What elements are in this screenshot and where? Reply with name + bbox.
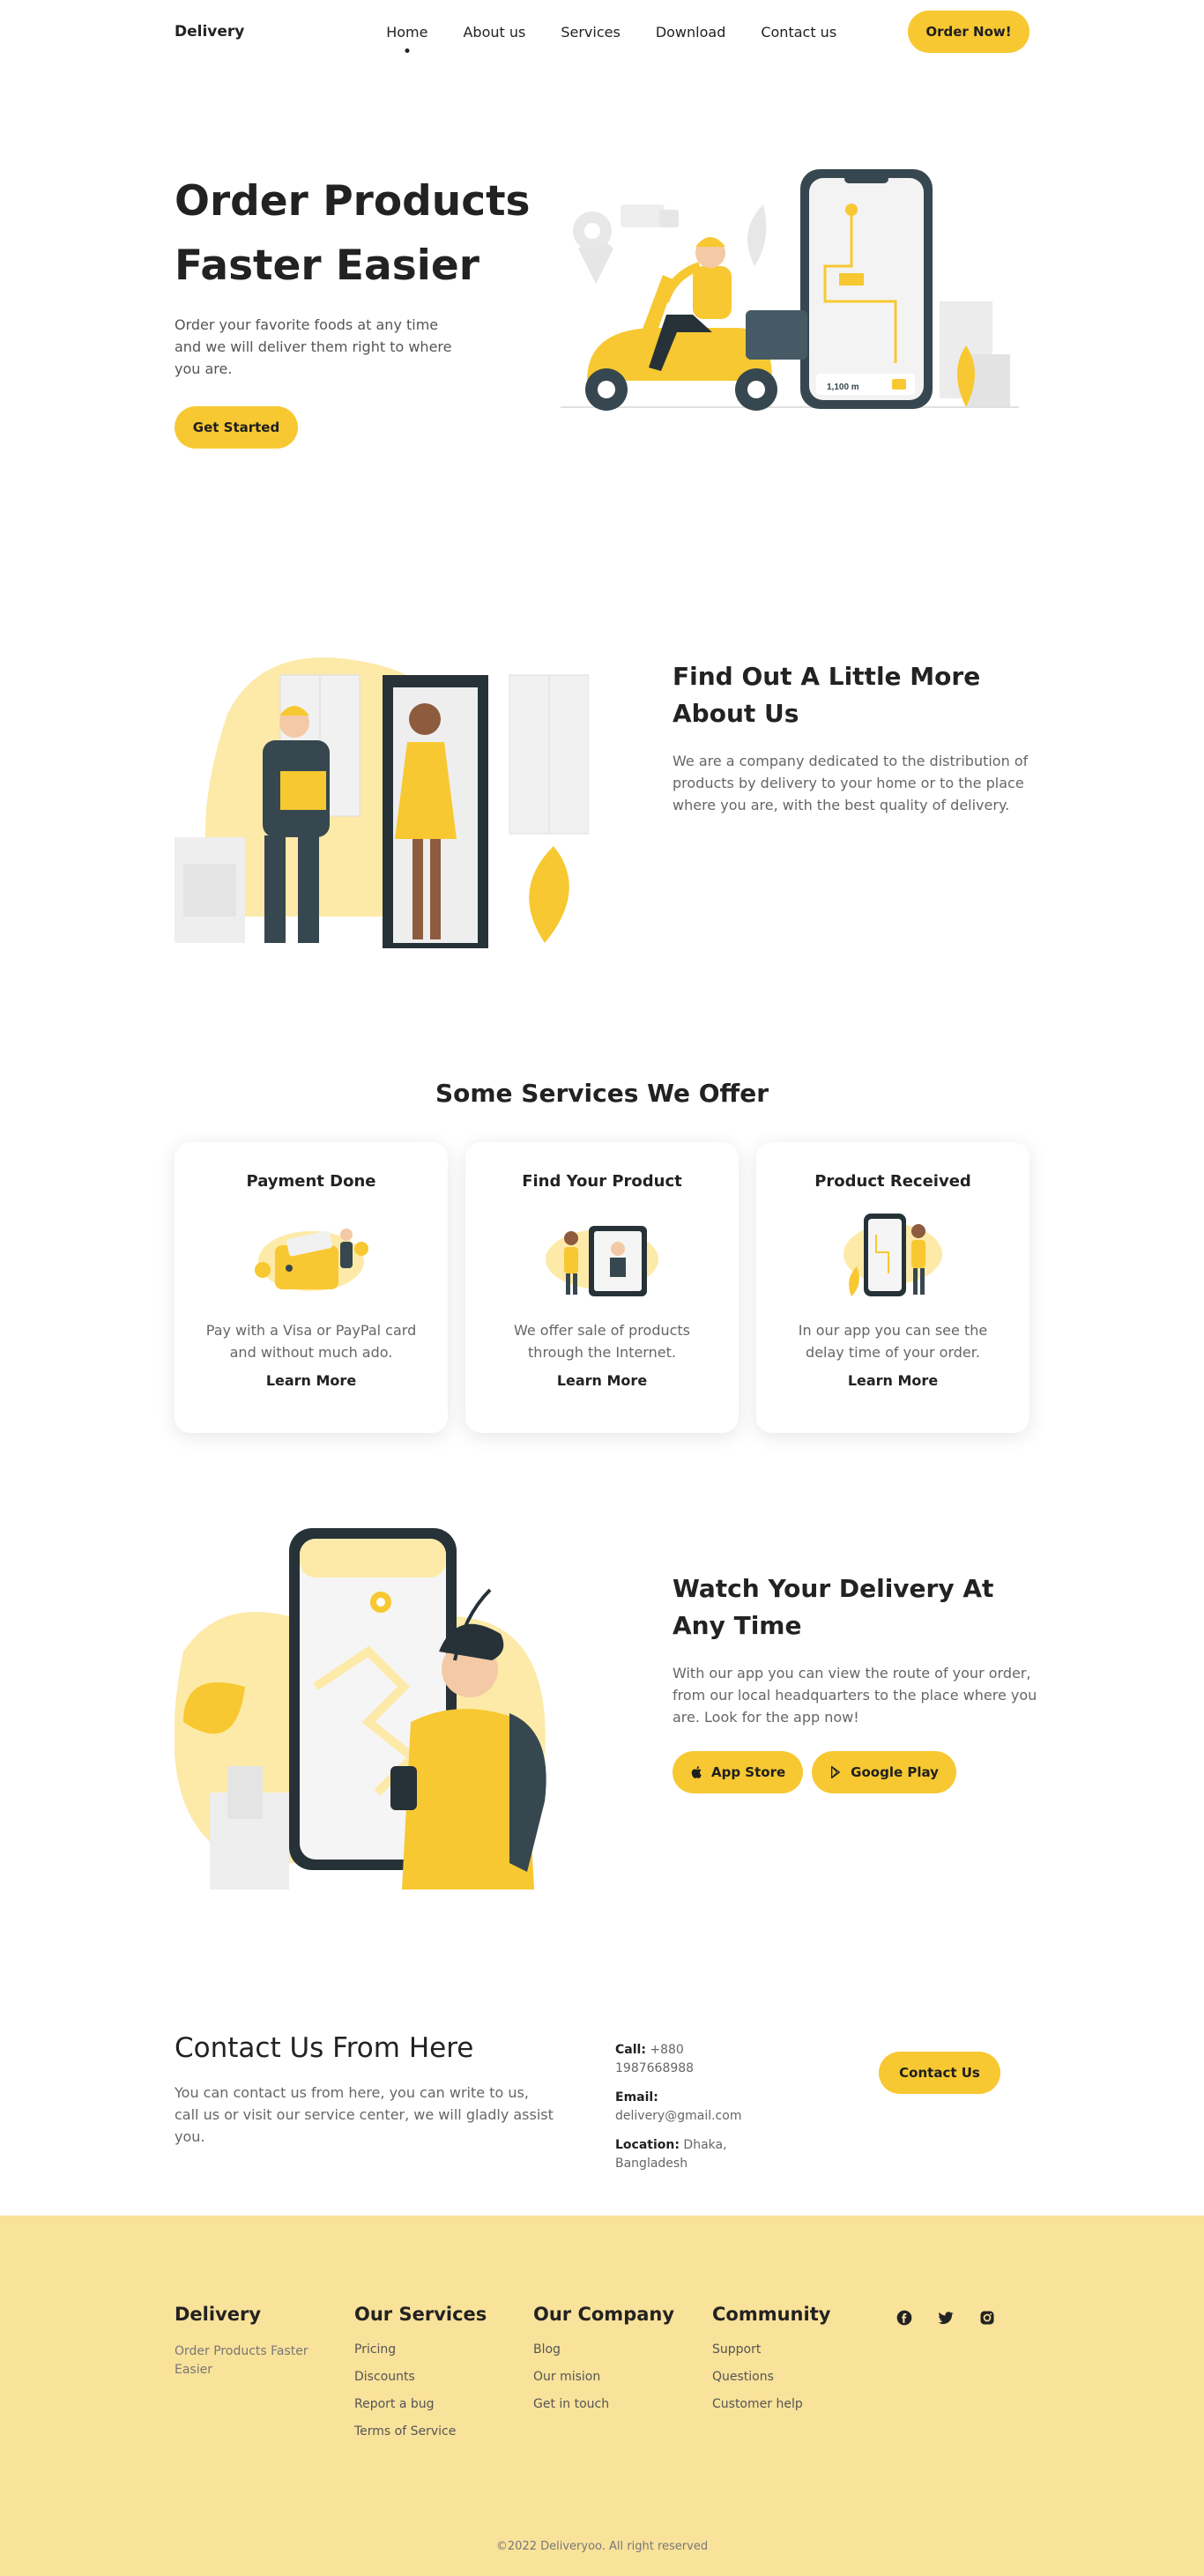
footer-link-blog[interactable]: Blog	[533, 2342, 692, 2357]
contact-us-button[interactable]: Contact Us	[879, 2052, 1000, 2094]
contact-description: You can contact us from here, you can wr…	[175, 2084, 554, 2145]
tracking-illustration	[844, 1214, 942, 1296]
about-section: Find Out A Little More About Us We are a…	[0, 504, 1204, 982]
services-section: Some Services We Offer Payment Done Pay …	[0, 982, 1204, 1433]
contact-email: Email: delivery@gmail.com	[615, 2089, 765, 2126]
logo[interactable]: Delivery	[175, 23, 244, 41]
email-value[interactable]: delivery@gmail.com	[615, 2109, 741, 2123]
hero-title-line1: Order Products	[175, 177, 531, 226]
service-card-find-product: Find Your Product We offer sale of produ…	[465, 1142, 739, 1433]
learn-more-link[interactable]: Learn More	[848, 1372, 938, 1389]
card-title: Find Your Product	[522, 1172, 682, 1191]
learn-more-link[interactable]: Learn More	[266, 1372, 356, 1389]
footer-col-community: Community Support Questions Customer hel…	[712, 2304, 871, 2424]
instagram-icon[interactable]	[975, 2305, 999, 2329]
service-card-payment: Payment Done Pay with a Visa or PayPal c…	[175, 1142, 448, 1433]
site-header: Delivery Home About us Services Download…	[0, 0, 1204, 63]
site-footer: Delivery Order Products Faster Easier Ou…	[0, 2216, 1204, 2576]
hero-section: Order Products Faster Easier Order your …	[0, 63, 1204, 504]
payment-illustration	[255, 1229, 368, 1291]
footer-col-title: Our Company	[533, 2304, 675, 2325]
learn-more-link[interactable]: Learn More	[557, 1372, 647, 1389]
social-links	[892, 2305, 999, 2329]
contact-location: Location: Dhaka, Bangladesh	[615, 2136, 765, 2173]
main-nav: Home About us Services Download Contact …	[386, 24, 836, 41]
footer-link-mission[interactable]: Our mision	[533, 2370, 692, 2384]
footer-brand-title[interactable]: Delivery	[175, 2304, 333, 2325]
google-play-button[interactable]: Google Play	[812, 1751, 956, 1793]
order-now-button[interactable]: Order Now!	[908, 11, 1029, 53]
footer-link-pricing[interactable]: Pricing	[354, 2342, 513, 2357]
google-play-label: Google Play	[851, 1764, 939, 1780]
card-title: Product Received	[814, 1172, 971, 1191]
footer-link-report-bug[interactable]: Report a bug	[354, 2397, 513, 2411]
service-cards: Payment Done Pay with a Visa or PayPal c…	[175, 1142, 1029, 1433]
app-store-label: App Store	[711, 1764, 786, 1780]
footer-col-services: Our Services Pricing Discounts Report a …	[354, 2304, 513, 2452]
footer-link-get-in-touch[interactable]: Get in touch	[533, 2397, 692, 2411]
nav-about[interactable]: About us	[463, 24, 525, 41]
nav-home[interactable]: Home	[386, 24, 427, 41]
footer-brand: Delivery Order Products Faster Easier	[175, 2304, 333, 2379]
services-title: Some Services We Offer	[435, 1079, 769, 1108]
nav-services[interactable]: Services	[561, 24, 620, 41]
footer-link-customer-help[interactable]: Customer help	[712, 2397, 871, 2411]
card-description: In our app you can see the delay time of…	[798, 1322, 988, 1361]
footer-link-questions[interactable]: Questions	[712, 2370, 871, 2384]
contact-title: Contact Us From Here	[175, 2032, 474, 2064]
location-label: Location:	[615, 2138, 680, 2152]
distance-readout: 1,100 m	[827, 382, 859, 392]
footer-col-company: Our Company Blog Our mision Get in touch	[533, 2304, 692, 2424]
contact-call: Call: +880 1987668988	[615, 2041, 765, 2078]
about-title: Find Out A Little More About Us	[673, 662, 981, 728]
footer-link-discounts[interactable]: Discounts	[354, 2370, 513, 2384]
delivery-scooter-illustration: 1,100 m	[561, 169, 1019, 411]
watch-delivery-section: Watch Your Delivery At Any Time With our…	[0, 1422, 1204, 1942]
contact-info: Call: +880 1987668988 Email: delivery@gm…	[615, 2041, 765, 2184]
facebook-icon[interactable]	[892, 2305, 916, 2329]
apple-icon	[691, 1766, 702, 1778]
hero-description: Order your favorite foods at any time an…	[175, 316, 452, 377]
footer-col-title: Our Services	[354, 2304, 487, 2325]
watch-description: With our app you can view the route of y…	[673, 1665, 1037, 1726]
online-shop-illustration	[546, 1226, 658, 1296]
twitter-icon[interactable]	[933, 2305, 957, 2329]
service-card-product-received: Product Received In our app you can see …	[756, 1142, 1029, 1433]
call-label: Call:	[615, 2043, 646, 2057]
phone-map-illustration	[175, 1528, 546, 1889]
about-description: We are a company dedicated to the distri…	[673, 753, 1029, 813]
footer-brand-subtitle: Order Products Faster Easier	[175, 2344, 308, 2377]
nav-contact[interactable]: Contact us	[761, 24, 836, 41]
card-description: We offer sale of products through the In…	[513, 1322, 691, 1361]
nav-download[interactable]: Download	[656, 24, 726, 41]
contact-section: Contact Us From Here You can contact us …	[0, 1942, 1204, 2216]
hero-title: Order Products Faster Easier	[175, 169, 545, 298]
footer-col-title: Community	[712, 2304, 831, 2325]
get-started-button[interactable]: Get Started	[175, 406, 298, 449]
card-description: Pay with a Visa or PayPal card and witho…	[205, 1322, 417, 1361]
app-store-button[interactable]: App Store	[673, 1751, 804, 1793]
door-delivery-illustration	[175, 657, 589, 948]
copyright: ©2022 Deliveryoo. All right reserved	[495, 2540, 709, 2553]
footer-link-support[interactable]: Support	[712, 2342, 871, 2357]
footer-link-terms[interactable]: Terms of Service	[354, 2424, 513, 2439]
hero-title-line2: Faster Easier	[175, 241, 479, 290]
email-label: Email:	[615, 2090, 658, 2105]
card-title: Payment Done	[246, 1172, 376, 1191]
play-icon	[831, 1766, 841, 1778]
watch-title: Watch Your Delivery At Any Time	[673, 1574, 994, 1640]
